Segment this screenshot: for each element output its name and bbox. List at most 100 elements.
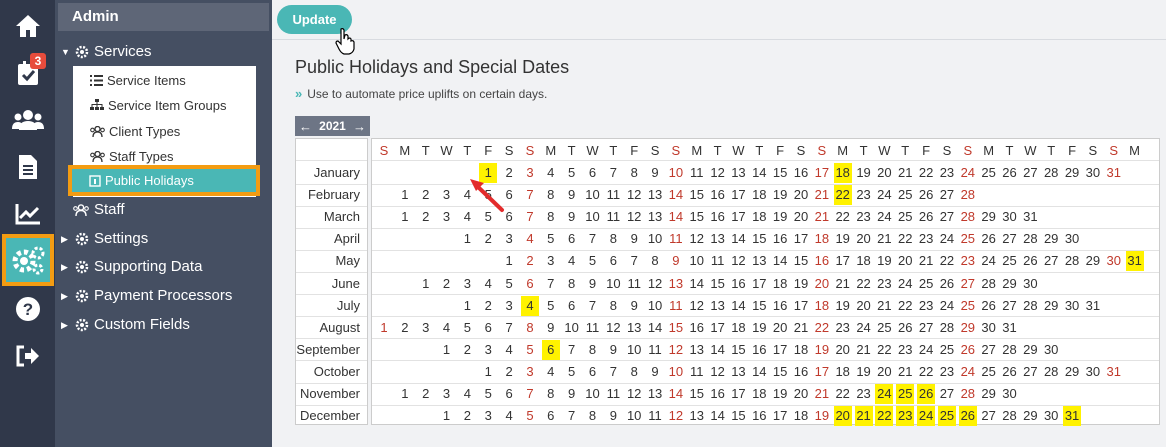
help-icon[interactable]: ? <box>8 289 48 329</box>
calendar-day-cell[interactable]: 15 <box>771 163 789 183</box>
calendar-day-cell[interactable]: 21 <box>896 163 914 183</box>
calendar-day-cell[interactable]: 17 <box>729 207 747 227</box>
calendar-day-cell[interactable]: 5 <box>479 185 497 205</box>
calendar-day-cell[interactable]: 1 <box>458 296 476 316</box>
calendar-day-cell[interactable]: 15 <box>771 362 789 382</box>
calendar-day-cell[interactable]: 25 <box>959 229 977 249</box>
calendar-day-cell[interactable]: 25 <box>896 185 914 205</box>
calendar-day-cell[interactable]: 27 <box>980 406 998 426</box>
calendar-day-cell[interactable]: 7 <box>500 318 518 338</box>
calendar-day-cell[interactable]: 12 <box>667 340 685 360</box>
calendar-day-cell[interactable]: 6 <box>521 274 539 294</box>
calendar-day-cell[interactable]: 7 <box>563 406 581 426</box>
calendar-day-cell[interactable]: 24 <box>959 163 977 183</box>
calendar-day-cell[interactable]: 14 <box>750 163 768 183</box>
calendar-day-cell[interactable]: 27 <box>938 384 956 404</box>
calendar-day-cell[interactable]: 26 <box>1001 163 1019 183</box>
calendar-day-cell[interactable]: 4 <box>479 274 497 294</box>
calendar-day-cell[interactable]: 14 <box>688 274 706 294</box>
calendar-day-cell[interactable]: 2 <box>417 384 435 404</box>
calendar-day-cell[interactable]: 12 <box>709 362 727 382</box>
calendar-day-cell[interactable]: 23 <box>917 229 935 249</box>
calendar-day-cell[interactable]: 19 <box>771 384 789 404</box>
calendar-day-cell[interactable]: 3 <box>479 406 497 426</box>
calendar-day-cell[interactable]: 29 <box>1001 274 1019 294</box>
calendar-day-cell[interactable]: 5 <box>584 251 602 271</box>
calendar-day-cell[interactable]: 4 <box>563 251 581 271</box>
calendar-day-cell[interactable]: 10 <box>604 274 622 294</box>
calendar-day-cell[interactable]: 12 <box>625 207 643 227</box>
calendar-day-cell[interactable]: 22 <box>917 163 935 183</box>
calendar-day-cell[interactable]: 14 <box>709 406 727 426</box>
calendar-day-cell[interactable]: 20 <box>855 296 873 316</box>
calendar-day-cell[interactable]: 11 <box>688 362 706 382</box>
calendar-day-cell[interactable]: 29 <box>1063 163 1081 183</box>
calendar-day-cell[interactable]: 1 <box>396 185 414 205</box>
calendar-day-cell[interactable]: 8 <box>542 185 560 205</box>
calendar-day-cell[interactable]: 25 <box>937 406 956 427</box>
calendar-day-cell[interactable]: 25 <box>896 384 915 404</box>
calendar-day-cell[interactable]: 14 <box>667 384 685 404</box>
calendar-day-cell[interactable]: 24 <box>959 362 977 382</box>
calendar-day-cell[interactable]: 12 <box>688 229 706 249</box>
calendar-day-cell[interactable]: 5 <box>521 406 539 426</box>
home-icon[interactable] <box>8 6 48 46</box>
calendar-day-cell[interactable]: 10 <box>625 406 643 426</box>
calendar-day-cell[interactable]: 23 <box>959 251 977 271</box>
calendar-day-cell[interactable]: 24 <box>938 296 956 316</box>
calendar-day-cell[interactable]: 26 <box>1001 362 1019 382</box>
calendar-day-cell[interactable]: 16 <box>709 384 727 404</box>
calendar-day-cell[interactable]: 16 <box>709 207 727 227</box>
calendar-day-cell[interactable]: 15 <box>750 229 768 249</box>
calendar-day-cell[interactable]: 8 <box>584 340 602 360</box>
calendar-day-cell[interactable]: 7 <box>584 229 602 249</box>
calendar-day-cell[interactable]: 16 <box>709 185 727 205</box>
calendar-day-cell[interactable]: 13 <box>688 406 706 426</box>
calendar-day-cell[interactable]: 10 <box>667 362 685 382</box>
calendar-day-cell[interactable]: 4 <box>458 207 476 227</box>
calendar-day-cell[interactable]: 13 <box>709 296 727 316</box>
calendar-day-cell[interactable]: 8 <box>625 163 643 183</box>
calendar-day-cell[interactable]: 20 <box>875 362 893 382</box>
sidebar-item-custom-fields[interactable]: ▶ Custom Fields <box>61 313 190 337</box>
calendar-day-cell[interactable]: 23 <box>855 185 873 205</box>
calendar-day-cell[interactable]: 11 <box>625 274 643 294</box>
calendar-day-cell[interactable]: 14 <box>709 340 727 360</box>
calendar-day-cell[interactable]: 5 <box>458 318 476 338</box>
calendar-day-cell[interactable]: 17 <box>709 318 727 338</box>
calendar-day-cell[interactable]: 15 <box>729 406 747 426</box>
calendar-day-cell[interactable]: 16 <box>771 296 789 316</box>
calendar-day-cell[interactable]: 30 <box>1042 406 1060 426</box>
calendar-day-cell[interactable]: 28 <box>1021 229 1039 249</box>
calendar-day-cell[interactable]: 22 <box>896 296 914 316</box>
calendar-day-cell[interactable]: 26 <box>980 229 998 249</box>
calendar-day-cell[interactable]: 20 <box>792 185 810 205</box>
calendar-day-cell[interactable]: 27 <box>938 207 956 227</box>
calendar-day-cell[interactable]: 28 <box>959 384 977 404</box>
calendar-day-cell[interactable]: 1 <box>417 274 435 294</box>
calendar-day-cell[interactable]: 26 <box>917 384 936 404</box>
calendar-day-cell[interactable]: 18 <box>771 274 789 294</box>
calendar-day-cell[interactable]: 7 <box>521 207 539 227</box>
calendar-day-cell[interactable]: 28 <box>959 185 977 205</box>
calendar-day-cell[interactable]: 4 <box>500 406 518 426</box>
calendar-day-cell[interactable]: 21 <box>854 406 873 427</box>
calendar-day-cell[interactable]: 29 <box>1063 362 1081 382</box>
calendar-day-cell[interactable]: 27 <box>1021 362 1039 382</box>
calendar-day-cell[interactable]: 8 <box>625 362 643 382</box>
calendar-day-cell[interactable]: 23 <box>896 406 915 427</box>
calendar-day-cell[interactable]: 11 <box>604 207 622 227</box>
calendar-day-cell[interactable]: 23 <box>855 207 873 227</box>
calendar-day-cell[interactable]: 9 <box>667 251 685 271</box>
calendar-day-cell[interactable]: 8 <box>604 229 622 249</box>
calendar-day-cell[interactable]: 22 <box>938 251 956 271</box>
calendar-day-cell[interactable]: 5 <box>521 340 539 360</box>
calendar-day-cell[interactable]: 21 <box>792 318 810 338</box>
calendar-day-cell[interactable]: 11 <box>667 296 685 316</box>
calendar-day-cell[interactable]: 7 <box>625 251 643 271</box>
calendar-day-cell[interactable]: 23 <box>917 296 935 316</box>
calendar-day-cell[interactable]: 2 <box>417 185 435 205</box>
calendar-day-cell[interactable]: 9 <box>563 207 581 227</box>
calendar-day-cell[interactable]: 1 <box>500 251 518 271</box>
calendar-day-cell[interactable]: 29 <box>980 207 998 227</box>
